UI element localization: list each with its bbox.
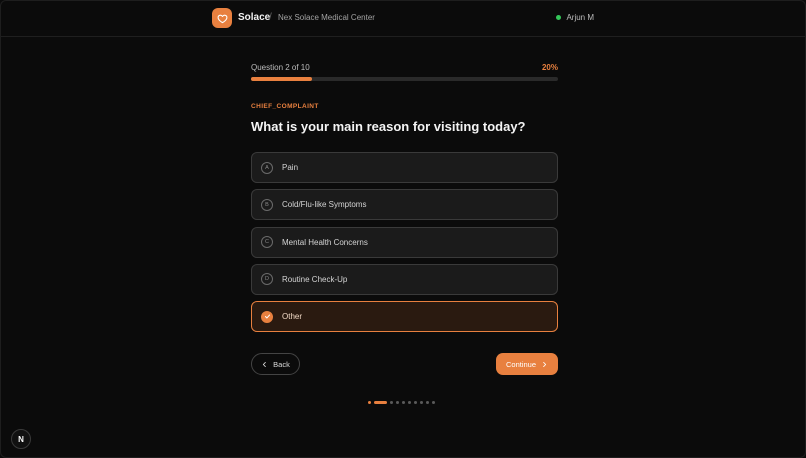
answer-option[interactable]: Other bbox=[251, 301, 558, 333]
progress-label: Question 2 of 10 bbox=[251, 63, 310, 72]
dev-badge[interactable]: N bbox=[11, 429, 31, 449]
continue-button[interactable]: Continue bbox=[496, 353, 558, 375]
answer-options: A Pain B Cold/Flu-like Symptoms C Mental Heal… bbox=[251, 152, 558, 338]
option-label: Mental Health Concerns bbox=[282, 237, 368, 247]
step-dot bbox=[390, 400, 393, 404]
answer-option[interactable]: D Routine Check-Up bbox=[251, 263, 558, 295]
breadcrumb-org: Nex Solace Medical Center bbox=[278, 13, 375, 22]
progress-bar bbox=[251, 77, 558, 81]
option-label: Routine Check-Up bbox=[282, 274, 348, 284]
step-dot bbox=[414, 400, 417, 404]
online-status-dot bbox=[556, 15, 562, 20]
step-dot bbox=[408, 400, 411, 404]
continue-button-label: Continue bbox=[505, 359, 537, 369]
option-letter: C bbox=[261, 236, 273, 249]
answer-option[interactable]: B Cold/Flu-like Symptoms bbox=[251, 189, 558, 221]
answer-option[interactable]: A Pain bbox=[251, 152, 558, 183]
chevron-left-icon bbox=[263, 361, 266, 367]
step-dot bbox=[426, 400, 429, 404]
option-letter: A bbox=[261, 161, 273, 174]
check-icon bbox=[261, 310, 273, 323]
option-label: Cold/Flu-like Symptoms bbox=[282, 200, 367, 210]
breadcrumb-separator: / bbox=[269, 12, 272, 23]
option-letter: D bbox=[261, 273, 273, 286]
top-bar: Solace / Nex Solace Medical Center Arjun… bbox=[1, 1, 805, 37]
brand-name[interactable]: Solace bbox=[238, 12, 270, 23]
answer-option[interactable]: C Mental Health Concerns bbox=[251, 226, 558, 258]
option-label: Pain bbox=[282, 163, 299, 172]
back-button[interactable]: Back bbox=[251, 353, 300, 375]
step-dot bbox=[432, 400, 435, 404]
question-tag: CHIEF_COMPLAINT bbox=[251, 103, 319, 110]
step-dot bbox=[368, 400, 371, 404]
option-label: Other bbox=[282, 312, 303, 322]
step-dot bbox=[402, 400, 405, 404]
option-letter: B bbox=[261, 198, 273, 211]
heart-logo-icon bbox=[212, 8, 232, 28]
user-name: Arjun M bbox=[566, 13, 594, 22]
progress-percent: 20% bbox=[541, 63, 558, 72]
step-dot bbox=[374, 400, 387, 404]
app-frame: Solace / Nex Solace Medical Center Arjun… bbox=[0, 0, 806, 458]
back-button-label: Back bbox=[273, 359, 290, 369]
progress-bar-fill bbox=[251, 77, 313, 81]
step-indicator bbox=[368, 400, 435, 404]
user-indicator[interactable]: Arjun M bbox=[556, 13, 594, 22]
step-dot bbox=[420, 400, 423, 404]
chevron-right-icon bbox=[543, 361, 547, 367]
step-dot bbox=[396, 400, 399, 404]
question-title: What is your main reason for visiting to… bbox=[251, 119, 526, 134]
